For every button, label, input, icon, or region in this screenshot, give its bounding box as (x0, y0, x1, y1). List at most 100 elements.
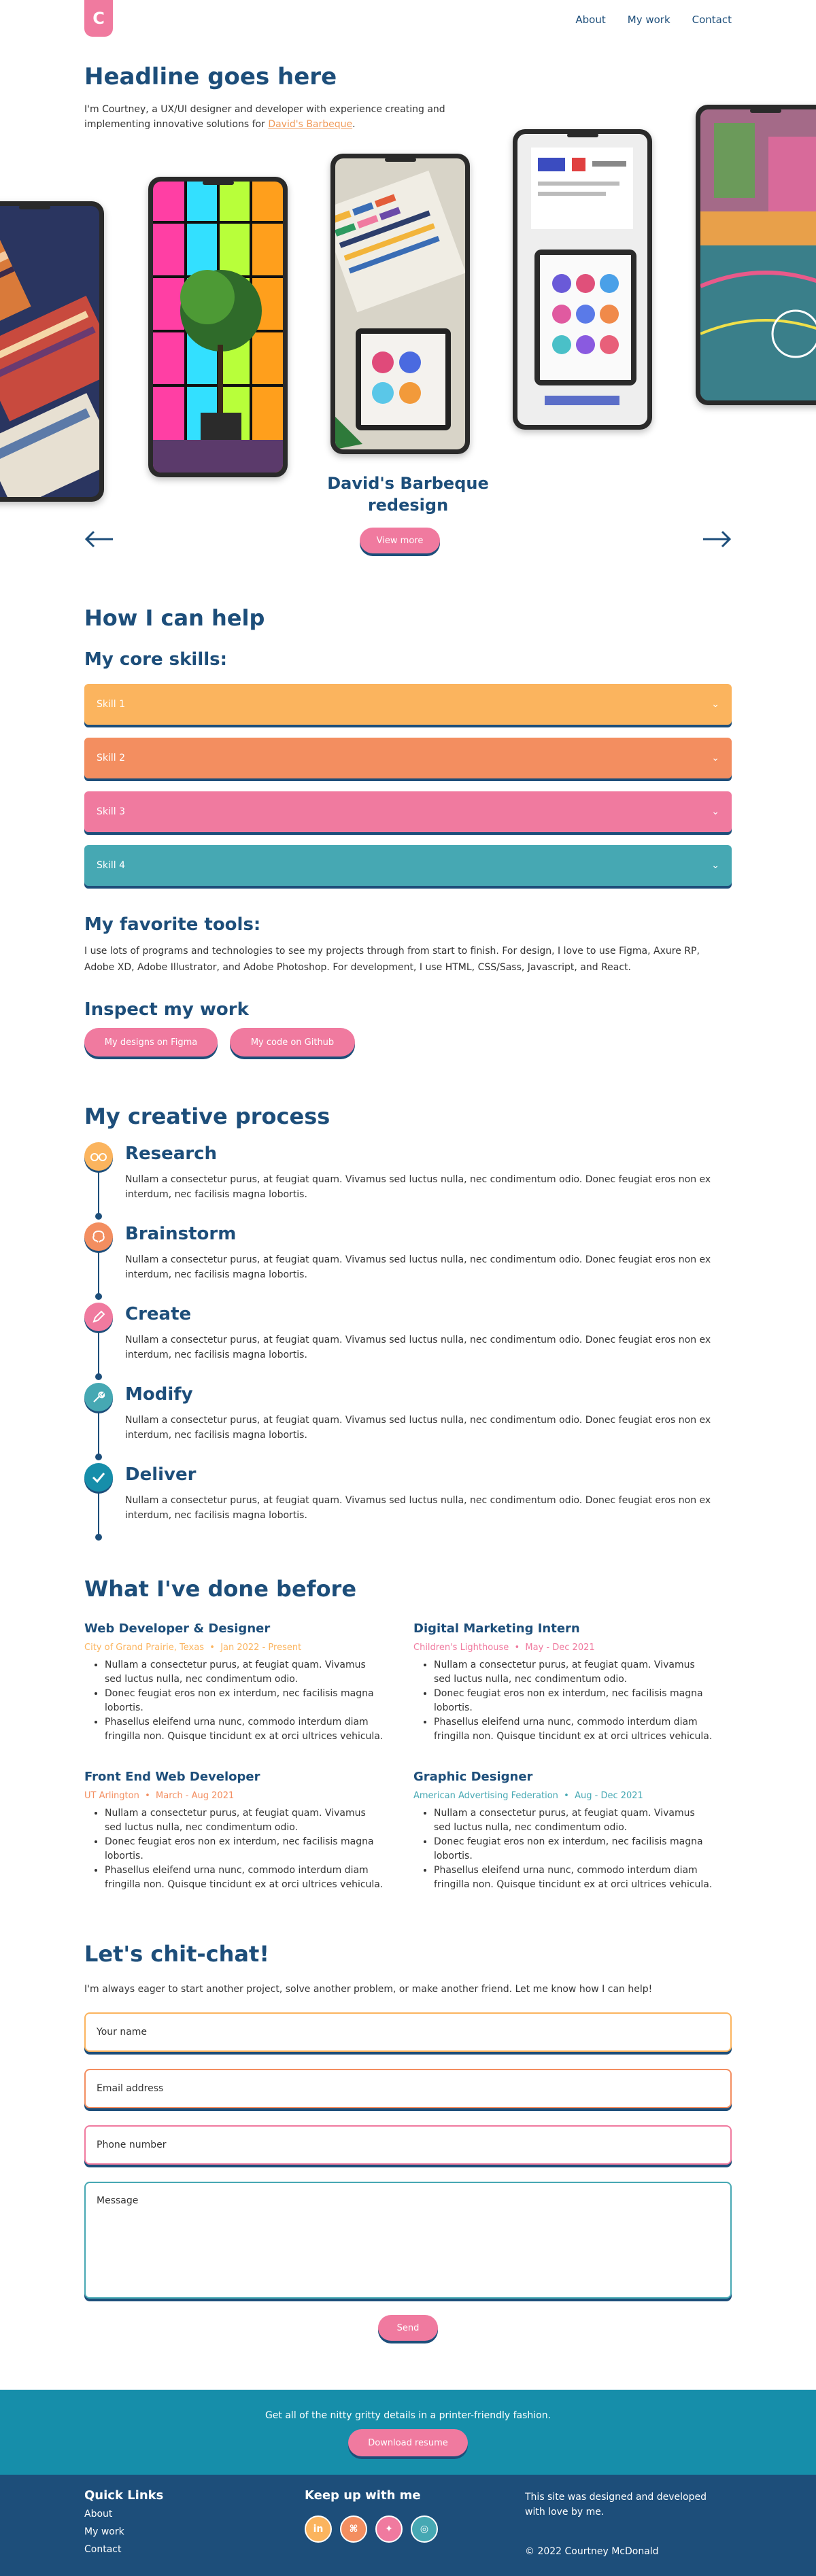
job-bullet: Phasellus eleifend urna nunc, commodo in… (105, 1864, 384, 1892)
email-field[interactable]: Email address (84, 2069, 732, 2108)
skill-3-accordion[interactable]: Skill 3 ⌄ (84, 791, 732, 832)
footer-link-contact[interactable]: Contact (84, 2544, 121, 2555)
message-field[interactable]: Message (84, 2182, 732, 2299)
job-bullet: Donec feugiat eros non ex interdum, nec … (105, 1835, 384, 1864)
nav-about[interactable]: About (575, 14, 605, 26)
project-image-1 (0, 206, 99, 497)
view-more-button[interactable]: View more (360, 528, 440, 553)
chevron-down-icon: ⌄ (711, 699, 719, 710)
name-field[interactable]: Your name (84, 2012, 732, 2052)
inspect-work-heading: Inspect my work (84, 999, 249, 1020)
job-bullet: Donec feugiat eros non ex interdum, nec … (434, 1835, 713, 1864)
resume-banner: Get all of the nitty gritty details in a… (0, 2390, 816, 2475)
job-title: Front End Web Developer (84, 1770, 260, 1784)
nav-contact[interactable]: Contact (692, 14, 732, 26)
project-image-5 (700, 109, 816, 400)
creative-process-heading: My creative process (84, 1103, 330, 1129)
chevron-down-icon: ⌄ (711, 753, 719, 763)
process-step-title: Brainstorm (125, 1224, 237, 1244)
project-phone-5[interactable] (696, 105, 816, 405)
job-graphic-designer: Graphic Designer American Advertising Fe… (413, 1770, 713, 1892)
process-step-title: Modify (125, 1384, 193, 1405)
job-front-end-developer: Front End Web Developer UT Arlington • M… (84, 1770, 384, 1892)
job-web-developer: Web Developer & Designer City of Grand P… (84, 1621, 384, 1744)
skill-4-label: Skill 4 (97, 860, 126, 871)
process-step-title: Create (125, 1304, 192, 1324)
job-title: Web Developer & Designer (84, 1621, 271, 1636)
process-step-create: Create Nullam a consectetur purus, at fe… (84, 1303, 732, 1383)
project-phone-3[interactable] (330, 154, 470, 454)
process-step-research: Research Nullam a consectetur purus, at … (84, 1142, 732, 1222)
project-phone-4[interactable] (513, 129, 652, 430)
process-step-text: Nullam a consectetur purus, at feugiat q… (125, 1415, 711, 1441)
page: C About My work Contact Headline goes he… (0, 0, 816, 2576)
skill-2-accordion[interactable]: Skill 2 ⌄ (84, 738, 732, 778)
contact-heading: Let's chit-chat! (84, 1941, 269, 1967)
banner-text: Get all of the nitty gritty details in a… (265, 2410, 551, 2421)
job-meta: UT Arlington • March - Aug 2021 (84, 1791, 235, 1801)
pencil-icon (84, 1303, 113, 1331)
top-nav: About My work Contact (575, 14, 732, 26)
footer-credit: This site was designed and developed wit… (525, 2492, 707, 2518)
project-image-4 (517, 134, 647, 425)
footer-link-about[interactable]: About (84, 2509, 112, 2520)
arrow-left-icon[interactable] (84, 526, 114, 552)
instagram-icon[interactable]: ◎ (411, 2515, 438, 2543)
chevron-down-icon: ⌄ (711, 806, 719, 817)
chevron-down-icon: ⌄ (711, 860, 719, 871)
job-title: Graphic Designer (413, 1770, 533, 1784)
figma-icon[interactable]: ✦ (375, 2515, 403, 2543)
project-image-2 (153, 182, 283, 473)
footer-link-my-work[interactable]: My work (84, 2526, 124, 2537)
send-button[interactable]: Send (378, 2315, 438, 2341)
process-step-text: Nullam a consectetur purus, at feugiat q… (125, 1495, 711, 1521)
social-links: in ⌘ ✦ ◎ (305, 2515, 438, 2543)
job-bullet: Phasellus eleifend urna nunc, commodo in… (105, 1715, 384, 1744)
job-digital-marketing-intern: Digital Marketing Intern Children's Ligh… (413, 1621, 713, 1744)
project-phone-2[interactable] (148, 177, 288, 477)
job-meta: City of Grand Prairie, Texas • Jan 2022 … (84, 1643, 302, 1653)
process-step-modify: Modify Nullam a consectetur purus, at fe… (84, 1383, 732, 1463)
job-meta: American Advertising Federation • Aug - … (413, 1791, 643, 1801)
favorite-tools-heading: My favorite tools: (84, 914, 261, 935)
phone-field[interactable]: Phone number (84, 2125, 732, 2165)
process-step-brainstorm: Brainstorm Nullam a consectetur purus, a… (84, 1222, 732, 1303)
job-bullet: Nullam a consectetur purus, at feugiat q… (105, 1658, 384, 1687)
process-step-text: Nullam a consectetur purus, at feugiat q… (125, 1174, 711, 1200)
core-skills-heading: My core skills: (84, 649, 228, 670)
job-meta: Children's Lighthouse • May - Dec 2021 (413, 1643, 595, 1653)
footer: Quick Links About My work Contact Keep u… (0, 2475, 816, 2576)
skill-2-label: Skill 2 (97, 753, 126, 763)
job-bullet: Nullam a consectetur purus, at feugiat q… (434, 1658, 713, 1687)
job-bullet: Phasellus eleifend urna nunc, commodo in… (434, 1864, 713, 1892)
process-step-title: Deliver (125, 1464, 197, 1485)
process-step-title: Research (125, 1144, 218, 1164)
download-resume-button[interactable]: Download resume (348, 2429, 468, 2456)
skill-1-label: Skill 1 (97, 699, 126, 710)
footer-copyright: © 2022 Courtney McDonald (525, 2546, 659, 2557)
hero-intro: I'm Courtney, a UX/UI designer and devel… (84, 104, 445, 130)
logo[interactable]: C (84, 0, 113, 37)
contact-intro: I'm always eager to start another projec… (84, 1984, 653, 1995)
glasses-icon (84, 1142, 113, 1171)
social-heading: Keep up with me (305, 2488, 421, 2503)
nav-my-work[interactable]: My work (628, 14, 670, 26)
skill-4-accordion[interactable]: Skill 4 ⌄ (84, 845, 732, 886)
job-bullet: Nullam a consectetur purus, at feugiat q… (434, 1806, 713, 1835)
davids-barbeque-link[interactable]: David's Barbeque (268, 119, 352, 130)
github-icon[interactable]: ⌘ (340, 2515, 367, 2543)
hero-headline: Headline goes here (84, 63, 337, 90)
github-button[interactable]: My code on Github (230, 1028, 355, 1057)
project-phone-1[interactable] (0, 201, 104, 502)
job-bullet: Nullam a consectetur purus, at feugiat q… (105, 1806, 384, 1835)
favorite-tools-text: I use lots of programs and technologies … (84, 946, 700, 973)
brain-icon (84, 1222, 113, 1251)
job-bullet: Phasellus eleifend urna nunc, commodo in… (434, 1715, 713, 1744)
skill-1-accordion[interactable]: Skill 1 ⌄ (84, 684, 732, 725)
check-icon (84, 1463, 113, 1492)
skill-3-label: Skill 3 (97, 806, 126, 817)
linkedin-icon[interactable]: in (305, 2515, 332, 2543)
wrench-icon (84, 1383, 113, 1411)
figma-button[interactable]: My designs on Figma (84, 1028, 218, 1057)
arrow-right-icon[interactable] (702, 526, 732, 552)
